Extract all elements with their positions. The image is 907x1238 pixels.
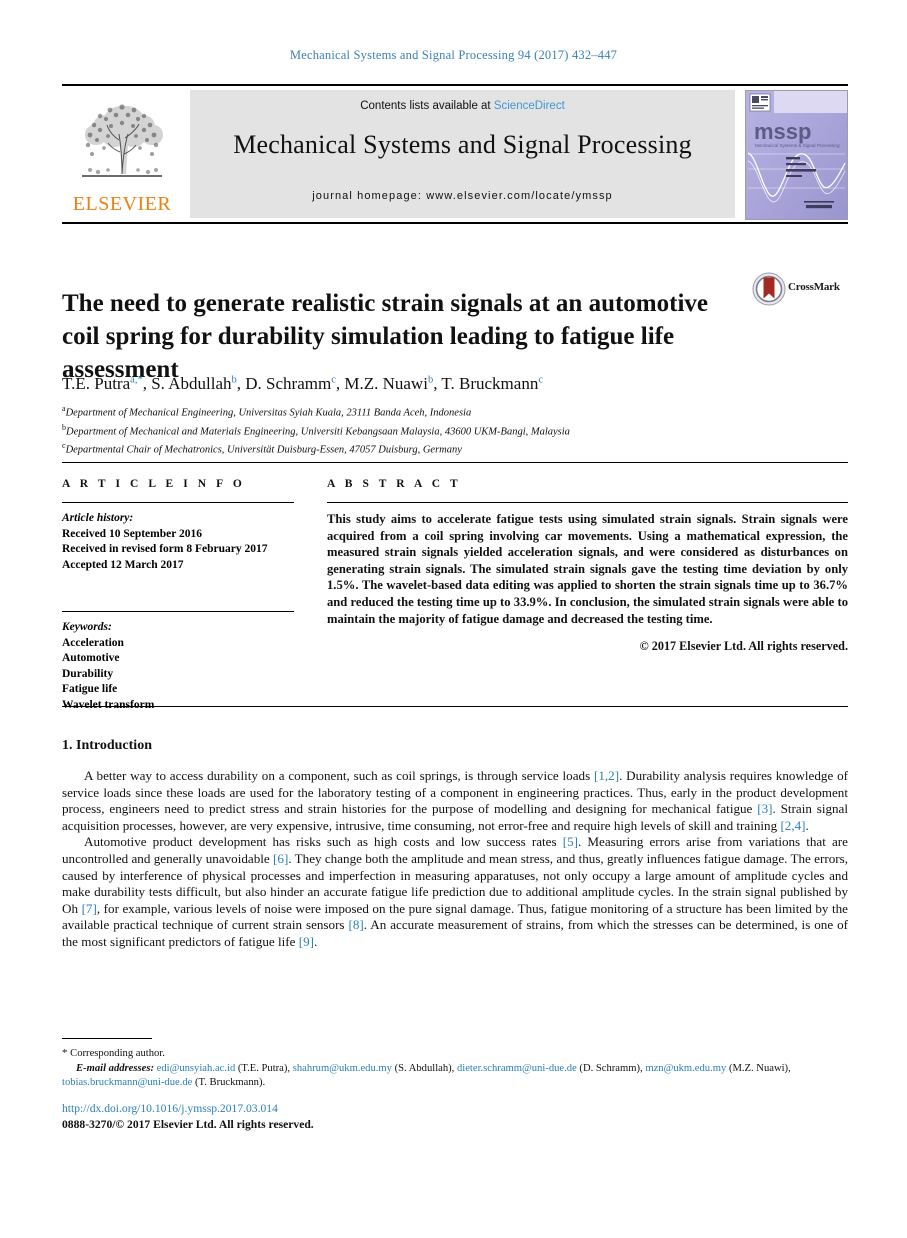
svg-text:Mechanical Systems & Signal Pr: Mechanical Systems & Signal Processing [755,143,840,148]
author-name: T.E. Putra [62,374,131,393]
introduction-body: A better way to access durability on a c… [62,768,848,951]
author-affiliation-mark: b [427,374,434,386]
email-list: edi@unsyiah.ac.id (T.E. Putra), shahrum@… [62,1063,791,1089]
email-owner: (S. Abdullah), [391,1062,455,1074]
article-history-item: Received 10 September 2016 [62,527,202,540]
keywords-label: Keywords: [62,621,112,633]
journal-title: Mechanical Systems and Signal Processing [233,130,692,159]
sciencedirect-link[interactable]: ScienceDirect [494,100,565,112]
email-link[interactable]: edi@unsyiah.ac.id [157,1063,236,1074]
paragraph: A better way to access durability on a c… [62,768,849,833]
email-owner: (M.Z. Nuawi), [726,1062,791,1074]
contents-prefix: Contents lists available at [360,100,494,112]
paragraph: Automotive product development has risks… [62,834,848,949]
affiliation-mark: b [62,422,66,432]
email-link[interactable]: shahrum@ukm.edu.my [293,1063,392,1074]
article-info-heading: A R T I C L E I N F O [62,478,246,490]
keyword-item: Automotive [62,652,120,664]
elsevier-wordmark: ELSEVIER [72,193,172,215]
keyword-item: Fatigue life [62,683,118,695]
cover-artwork: mssp Mechanical Systems & Signal Process… [746,91,847,219]
info-top-rule [62,462,848,463]
contents-banner: Contents lists available at ScienceDirec… [190,90,735,218]
masthead-bottom-rule [62,222,848,224]
article-history-item: Accepted 12 March 2017 [62,558,184,571]
masthead-top-rule [62,84,848,86]
keyword-item: Acceleration [62,636,124,649]
author-list: T.E. Putraa,*, S. Abdullahb, D. Schrammc… [62,374,543,393]
email-owner: (D. Schramm), [576,1062,643,1074]
email-link[interactable]: tobias.bruckmann@uni-due.de [62,1077,192,1088]
svg-text:mssp: mssp [754,119,811,144]
author-affiliation-mark: b [231,374,237,386]
issn-copyright-line: 0888-3270/© 2017 Elsevier Ltd. All right… [62,1118,314,1131]
abstract-bottom-rule [62,706,848,707]
journal-masthead: ELSEVIER Contents lists available at Sci… [62,84,848,220]
email-owner: (T.E. Putra), [235,1062,291,1074]
article-history-item: Received in revised form 8 February 2017 [62,543,268,555]
article-history-list: Received 10 September 2016 Received in re… [62,527,294,574]
article-info-column: A R T I C L E I N F O Article history: R… [62,478,294,713]
elsevier-tree-icon [82,104,163,177]
citation-link[interactable]: [7] [82,901,97,916]
section-heading-introduction: 1. Introduction [62,738,152,753]
email-owner: (T. Bruckmann). [192,1077,266,1088]
author-affiliation-mark: a,* [130,374,143,386]
citation-link[interactable]: [9] [299,934,314,949]
keywords-list: Acceleration Automotive Durability Fatigue … [62,636,294,714]
citation-link[interactable]: [6] [273,851,288,866]
author-affiliation-mark: c [538,374,543,386]
abstract-text: This study aims to accelerate fatigue te… [327,512,848,626]
journal-cover-thumbnail[interactable]: mssp Mechanical Systems & Signal Process… [745,90,848,220]
keyword-item: Durability [62,667,114,680]
email-link[interactable]: dieter.schramm@uni-due.de [457,1063,577,1074]
affiliation-item: bDepartment of Mechanical and Materials … [62,422,570,438]
affiliation-list: aDepartment of Mechanical Engineering, U… [62,402,848,458]
doi-link[interactable]: http://dx.doi.org/10.1016/j.ymssp.2017.0… [62,1102,278,1115]
crossmark-label: CrossMark [788,281,840,293]
article-info-rule [62,502,294,503]
affiliation-mark: a [62,404,66,413]
footnote-block: * Corresponding author. E-mail addresses… [62,1046,848,1091]
author-affiliation-mark: c [331,374,336,386]
citation-link[interactable]: [5] [563,834,578,849]
abstract-heading: A B S T R A C T [327,478,462,490]
citation-link[interactable]: [1,2] [594,768,619,783]
crossmark-icon [752,272,786,306]
author-name: M.Z. Nuawi [344,374,428,393]
elsevier-logo: ELSEVIER [64,90,180,218]
footnote-rule [62,1038,152,1039]
citation-link[interactable]: [2,4] [780,818,805,833]
corresponding-author-note: * Corresponding author. [62,1046,848,1062]
affiliation-item: cDepartmental Chair of Mechatronics, Uni… [62,441,462,456]
affiliation-item: aDepartment of Mechanical Engineering, U… [62,404,472,419]
abstract-rule [327,502,848,503]
crossmark-badge[interactable]: CrossMark [752,272,848,306]
corresponding-text: Corresponding author. [70,1048,165,1059]
running-head: Mechanical Systems and Signal Processing… [289,48,618,62]
page-title: The need to generate realistic strain si… [62,289,708,383]
abstract-copyright: © 2017 Elsevier Ltd. All rights reserved… [639,639,848,654]
paper-page: Mechanical Systems and Signal Processing… [0,0,907,1238]
contents-available-line: Contents lists available at ScienceDirec… [190,100,735,112]
email-addresses-note: E-mail addresses: edi@unsyiah.ac.id (T.E… [62,1062,848,1091]
keywords-rule [62,611,294,612]
citation-link[interactable]: [3] [757,801,772,816]
email-label: E-mail addresses: [76,1062,154,1074]
corresponding-marker: * [62,1047,68,1059]
citation-link[interactable]: [8] [348,917,363,932]
affiliation-mark: c [62,441,66,450]
keywords-block: Keywords: Acceleration Automotive Durabili… [62,611,294,713]
author-name: D. Schramm [245,374,332,393]
author-name: T. Bruckmann [441,374,539,393]
author-name: S. Abdullah [151,374,232,393]
article-history-label: Article history: [62,512,134,524]
journal-homepage-link[interactable]: journal homepage: www.elsevier.com/locat… [190,190,735,202]
email-link[interactable]: mzn@ukm.edu.my [645,1063,726,1074]
abstract-column: A B S T R A C T This study aims to accel… [327,478,848,654]
